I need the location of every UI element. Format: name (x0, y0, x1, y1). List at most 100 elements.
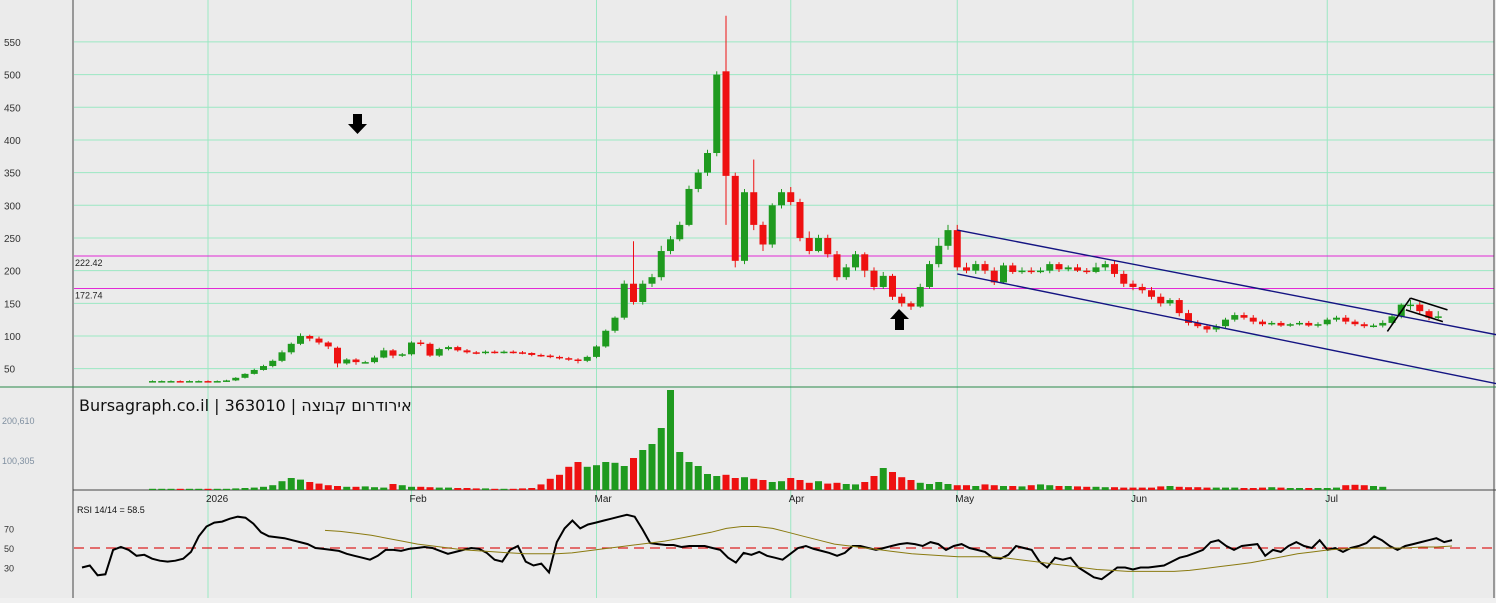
candle-body (685, 188, 693, 225)
volume-bar (1138, 487, 1146, 490)
price-tick-label: 100 (4, 332, 21, 343)
volume-bar (593, 465, 600, 490)
level-label: 222.42 (75, 258, 103, 268)
volume-bar (1194, 487, 1202, 490)
candle-body (916, 286, 924, 307)
volume-bar (297, 479, 304, 490)
candle-body (1323, 319, 1331, 325)
candle-body (213, 381, 221, 383)
chart-window: 222.42 172.74 50 100 150 200 250 300 350 400 450 5… (0, 0, 1496, 598)
price-tick-label: 200 (4, 267, 21, 278)
candle-body (630, 283, 637, 303)
candle-body (398, 354, 406, 356)
volume-bar (602, 462, 610, 490)
volume-bar (1092, 486, 1100, 490)
candle (870, 267, 878, 291)
volume-bar (537, 484, 545, 490)
volume-bar (741, 477, 748, 490)
candle-body (287, 343, 295, 353)
candle-body (1018, 270, 1026, 273)
volume-bar (1185, 487, 1192, 490)
chart-title: Bursagraph.co.il | 363010 | אירודרום קבו… (79, 396, 412, 415)
candle-body (1407, 304, 1414, 307)
price-tick-label: 350 (4, 169, 21, 180)
candle-body (889, 275, 896, 297)
volume-bar (482, 488, 489, 490)
volume-bar (463, 488, 471, 490)
candle-body (528, 352, 536, 355)
candle-body (1129, 283, 1137, 287)
volume-bar (1240, 488, 1248, 490)
volume-bar (1305, 488, 1313, 490)
candle-body (158, 381, 166, 383)
candle-body (815, 237, 822, 252)
month-label: Jul (1325, 494, 1338, 505)
volume-bar (907, 480, 915, 490)
candle (731, 172, 739, 268)
volume-bar (435, 487, 443, 490)
candle-body (426, 343, 434, 356)
volume-bar (1203, 487, 1211, 490)
candle-body (870, 270, 878, 287)
candle-body (778, 192, 785, 206)
candle-body (611, 317, 619, 331)
candle (704, 149, 711, 176)
volume-bar (380, 487, 388, 490)
candle-body (1037, 270, 1044, 273)
volume-bar (213, 488, 221, 490)
candle (639, 280, 647, 305)
volume-bar (1333, 487, 1340, 490)
volume-bar (648, 444, 656, 490)
volume-bar (981, 484, 989, 490)
volume-bar (556, 474, 563, 490)
candle-body (1360, 324, 1368, 327)
candle-body (602, 330, 610, 347)
volume-bar (1259, 487, 1266, 490)
candle-body (1379, 322, 1387, 326)
candle (713, 71, 721, 157)
candle-body (676, 224, 684, 240)
candle-body (537, 354, 545, 357)
price-tick-label: 400 (4, 136, 21, 147)
month-label: Mar (595, 494, 613, 505)
candle-body (315, 338, 323, 343)
candle-body (953, 230, 961, 268)
volume-bar (935, 482, 943, 490)
candle-body (195, 381, 203, 383)
volume-bar (1231, 487, 1239, 490)
candle-body (1111, 264, 1118, 274)
candle (953, 224, 961, 271)
volume-bar (426, 487, 434, 490)
volume-bar (852, 484, 859, 490)
chart-background (0, 0, 1496, 598)
volume-bar (1222, 487, 1229, 490)
candle-body (232, 377, 240, 381)
candle-body (167, 381, 175, 383)
candle-body (546, 355, 554, 358)
candle-body (926, 264, 933, 287)
stock-chart: 222.42 172.74 50 100 150 200 250 300 350 400 450 5… (0, 0, 1496, 598)
candle (620, 280, 628, 320)
volume-bar (1157, 486, 1165, 490)
candle-body (620, 283, 628, 318)
candle-body (1314, 324, 1322, 326)
volume-bar (870, 476, 878, 490)
candle-body (361, 362, 369, 364)
volume-bar (657, 428, 665, 490)
volume-bar (1129, 487, 1137, 490)
candle-body (297, 335, 304, 344)
volume-bar (750, 478, 758, 490)
volume-bar (1342, 485, 1350, 490)
volume-bar (1296, 488, 1303, 490)
candle (833, 251, 841, 281)
candle-body (380, 350, 388, 358)
candle-body (472, 352, 480, 354)
volume-bar (509, 488, 517, 490)
candle-body (1074, 267, 1081, 271)
volume-bar (990, 485, 998, 490)
candle-body (981, 264, 989, 271)
volume-bar (241, 488, 249, 490)
candle-body (389, 350, 397, 356)
candle-body (1046, 264, 1054, 271)
candle-body (491, 351, 499, 354)
